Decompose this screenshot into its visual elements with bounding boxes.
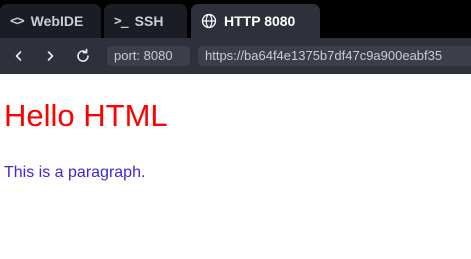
page-heading: Hello HTML <box>4 98 168 133</box>
navigation-bar: port: 8080 https://ba64f4e1375b7df47c9a9… <box>0 38 471 74</box>
tab-label: SSH <box>134 13 164 29</box>
globe-icon <box>201 13 217 29</box>
tab-label: HTTP 8080 <box>224 13 296 29</box>
code-brackets-icon: <> <box>10 13 25 29</box>
forward-button[interactable] <box>40 46 60 66</box>
chevron-right-icon <box>47 51 54 61</box>
tab-ssh[interactable]: >_ SSH <box>104 4 187 38</box>
reload-icon <box>77 48 89 62</box>
url-field[interactable]: https://ba64f4e1375b7df47c9a900eabf35 <box>198 46 471 66</box>
tab-label: WebIDE <box>30 13 84 29</box>
reload-button[interactable] <box>73 46 93 66</box>
tab-bar: <> WebIDE >_ SSH HTTP 8080 <box>0 0 471 38</box>
back-button[interactable] <box>9 46 29 66</box>
page-paragraph: This is a paragraph. <box>4 164 146 181</box>
chevron-left-icon <box>15 51 22 61</box>
port-badge: port: 8080 <box>107 46 190 66</box>
terminal-icon: >_ <box>114 13 129 29</box>
tab-webide[interactable]: <> WebIDE <box>0 4 101 38</box>
tab-http-8080[interactable]: HTTP 8080 <box>191 4 320 38</box>
page-content: Hello HTML This is a paragraph. <box>0 74 471 259</box>
